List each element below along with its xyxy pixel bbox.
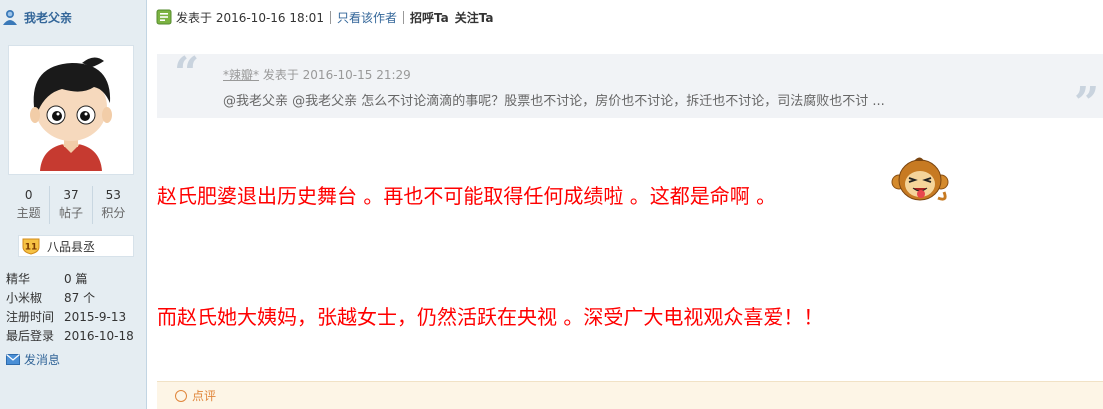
quote-close-icon: ” xyxy=(1074,78,1100,129)
info-value: 87 个 xyxy=(64,291,96,305)
username-link[interactable]: 我老父亲 xyxy=(24,9,72,26)
username-row: 我老父亲 xyxy=(2,8,72,26)
comment-icon xyxy=(175,389,187,402)
divider xyxy=(329,10,331,24)
info-value: 2016-10-18 xyxy=(64,329,134,343)
rate-button[interactable]: 点评 xyxy=(192,387,216,404)
quote-time: 发表于 2016-10-15 21:29 xyxy=(262,68,411,82)
info-row: 小米椒 87 个 xyxy=(6,289,146,308)
post-text-line-1: 赵氏肥婆退出历史舞台 。再也不可能取得任何成绩啦 。这都是命啊 。 xyxy=(157,184,777,208)
stat-points-label: 积分 xyxy=(101,206,126,220)
stat-threads-value: 0 xyxy=(24,188,33,202)
divider xyxy=(402,10,404,24)
stat-posts-value: 37 xyxy=(63,188,79,202)
post-header: 发表于 2016-10-16 18:01 只看该作者 招呼Ta 关注Ta xyxy=(156,7,493,27)
info-value: 0 篇 xyxy=(64,272,88,286)
info-row: 最后登录 2016-10-18 xyxy=(6,327,146,346)
user-grade[interactable]: 11 八品县丞 xyxy=(18,235,134,257)
send-message-label: 发消息 xyxy=(24,353,61,367)
send-message-link[interactable]: 发消息 xyxy=(6,351,60,368)
envelope-icon xyxy=(6,354,20,365)
info-key: 注册时间 xyxy=(6,310,55,324)
stat-posts[interactable]: 37 帖子 xyxy=(50,186,93,224)
greet-link[interactable]: 招呼Ta xyxy=(410,9,449,26)
info-value: 2015-9-13 xyxy=(64,310,127,324)
stat-points[interactable]: 53 积分 xyxy=(93,186,134,224)
quote-open-icon: “ xyxy=(174,48,200,99)
quote-author-link[interactable]: *辣瓣* xyxy=(223,68,259,82)
post-status-icon xyxy=(156,9,172,25)
info-key: 小米椒 xyxy=(6,291,43,305)
stat-posts-label: 帖子 xyxy=(58,206,83,220)
follow-link[interactable]: 关注Ta xyxy=(455,9,494,26)
info-key: 精华 xyxy=(6,272,31,286)
avatar[interactable] xyxy=(8,45,134,175)
only-author-link[interactable]: 只看该作者 xyxy=(337,9,397,26)
stat-threads-label: 主题 xyxy=(16,206,41,220)
quote-meta: *辣瓣* 发表于 2016-10-15 21:29 xyxy=(223,66,411,83)
rate-bar: 点评 xyxy=(157,381,1103,409)
grade-level: 11 xyxy=(25,243,38,253)
monkey-emoji-icon xyxy=(890,152,950,206)
quote-text: @我老父亲 @我老父亲 怎么不讨论滴滴的事呢？股票也不讨论，房价也不讨论，拆迁也… xyxy=(223,94,885,109)
grade-badge-icon: 11 xyxy=(21,237,41,255)
info-row: 注册时间 2015-9-13 xyxy=(6,308,146,327)
grade-title: 八品县丞 xyxy=(47,239,96,254)
post-text-line-2: 而赵氏她大姨妈，张越女士，仍然活跃在央视 。深受广大电视观众喜爱！！ xyxy=(157,305,824,329)
user-sidebar: 我老父亲 0 主题 37 帖子 53 积分 11 八品县丞 精华 0 篇 小米椒… xyxy=(0,0,147,409)
stat-threads[interactable]: 0 主题 xyxy=(8,186,51,224)
info-key: 最后登录 xyxy=(6,329,55,343)
user-stats: 0 主题 37 帖子 53 积分 xyxy=(8,186,134,224)
info-row: 精华 0 篇 xyxy=(6,270,146,289)
user-info: 精华 0 篇 小米椒 87 个 注册时间 2015-9-13 最后登录 2016… xyxy=(6,270,146,346)
stat-points-value: 53 xyxy=(105,188,121,202)
post-time: 发表于 2016-10-16 18:01 xyxy=(176,10,324,25)
user-icon xyxy=(2,9,18,25)
